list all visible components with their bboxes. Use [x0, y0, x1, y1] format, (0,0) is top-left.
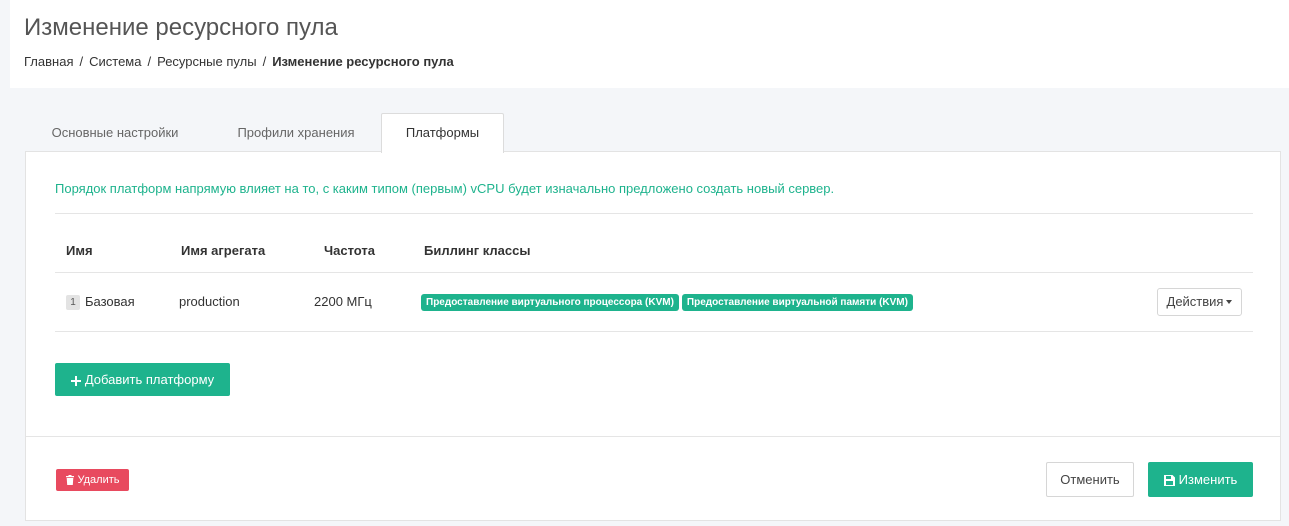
- save-label: Изменить: [1178, 472, 1238, 487]
- caret-down-icon: [1226, 300, 1233, 304]
- plus-icon: [70, 375, 81, 386]
- breadcrumb: Главная / Система / Ресурсные пулы / Изменение…: [24, 54, 454, 69]
- platforms-panel: Порядок платформ напрямую влияет на то, …: [25, 151, 1281, 521]
- actions-dropdown-button[interactable]: Действия: [1157, 288, 1242, 316]
- info-text: Порядок платформ напрямую влияет на то, …: [55, 181, 835, 196]
- divider: [26, 436, 1280, 437]
- page-title: Изменение ресурсного пула: [24, 14, 338, 41]
- column-header-aggregate: Имя агрегата: [181, 243, 266, 258]
- divider: [55, 331, 1253, 332]
- breadcrumb-home[interactable]: Главная: [24, 54, 73, 69]
- billing-class-badge: Предоставление виртуальной памяти (KVM): [681, 294, 913, 311]
- breadcrumb-current: Изменение ресурсного пула: [272, 54, 454, 69]
- tab-main-settings[interactable]: Основные настройки: [25, 113, 205, 152]
- add-platform-label: Добавить платформу: [84, 372, 215, 387]
- delete-button[interactable]: Удалить: [56, 469, 129, 491]
- breadcrumb-separator: /: [262, 54, 267, 69]
- tab-platforms[interactable]: Платформы: [381, 113, 504, 153]
- actions-label: Действия: [1166, 294, 1224, 309]
- order-badge: 1: [66, 295, 80, 310]
- trash-icon: [65, 475, 74, 486]
- cancel-button[interactable]: Отменить: [1046, 462, 1134, 497]
- add-platform-button[interactable]: Добавить платформу: [55, 363, 230, 396]
- column-header-name: Имя: [66, 243, 93, 258]
- billing-classes: Предоставление виртуального процессора (…: [421, 293, 916, 311]
- breadcrumb-separator: /: [79, 54, 84, 69]
- floppy-disk-icon: [1163, 475, 1175, 487]
- page-header: Изменение ресурсного пула Главная / Систем…: [10, 0, 1289, 88]
- breadcrumb-system[interactable]: Система: [89, 54, 141, 69]
- breadcrumb-resource-pools[interactable]: Ресурсные пулы: [157, 54, 256, 69]
- save-button[interactable]: Изменить: [1148, 462, 1253, 497]
- platform-name-cell: 1 Базовая: [66, 294, 135, 310]
- divider: [55, 272, 1253, 273]
- tab-storage-profiles[interactable]: Профили хранения: [215, 113, 377, 152]
- breadcrumb-separator: /: [147, 54, 152, 69]
- column-header-billing-classes: Биллинг классы: [424, 243, 531, 258]
- divider: [55, 213, 1253, 214]
- aggregate-name: production: [179, 294, 240, 309]
- frequency: 2200 МГц: [314, 294, 372, 309]
- billing-class-badge: Предоставление виртуального процессора (…: [421, 294, 679, 311]
- platform-name: Базовая: [85, 294, 135, 309]
- delete-label: Удалить: [77, 474, 120, 486]
- column-header-frequency: Частота: [324, 243, 376, 258]
